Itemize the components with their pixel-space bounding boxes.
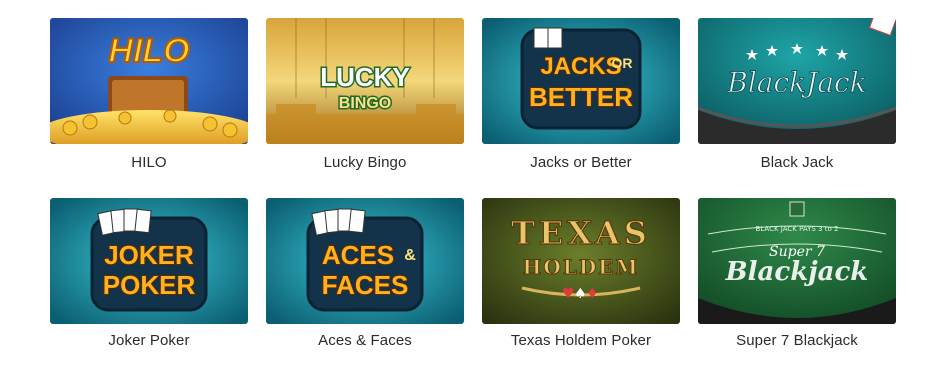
svg-text:♦: ♦ <box>586 286 599 302</box>
game-title[interactable]: Jacks or Better <box>482 144 680 188</box>
game-title[interactable]: Super 7 Blackjack <box>698 324 896 368</box>
texas-logo-text: TEXAS <box>511 214 651 252</box>
game-title[interactable]: Lucky Bingo <box>266 144 464 188</box>
game-thumbnail-joker-poker[interactable]: JOKER POKER <box>50 198 248 324</box>
game-title[interactable]: Texas Holdem Poker <box>482 324 680 368</box>
game-title[interactable]: Aces & Faces <box>266 324 464 368</box>
game-title[interactable]: Joker Poker <box>50 324 248 368</box>
lucky-logo-text: LUCKY <box>320 62 410 92</box>
game-card-lucky-bingo[interactable]: LUCKY BINGO Lucky Bingo <box>266 18 464 188</box>
game-card-joker-poker[interactable]: JOKER POKER Joker Poker <box>50 198 248 368</box>
game-title[interactable]: Black Jack <box>698 144 896 188</box>
svg-text:♠: ♠ <box>574 286 587 302</box>
game-card-black-jack[interactable]: BlackJack Black Jack <box>698 18 896 188</box>
game-thumbnail-super-7-blackjack[interactable]: BLACK JACK PAYS 3 to 2 Super 7 Blackjack <box>698 198 896 324</box>
game-thumbnail-jacks-or-better[interactable]: JACKS OR BETTER <box>482 18 680 144</box>
holdem-logo-text: HOLDEM <box>522 255 639 279</box>
faces-logo-text: FACES <box>322 270 409 300</box>
game-grid: HILO HILO LUCKY BINGO Lucky Bingo JACKS … <box>50 18 896 368</box>
ampersand-logo-text: & <box>404 247 416 264</box>
game-thumbnail-lucky-bingo[interactable]: LUCKY BINGO <box>266 18 464 144</box>
game-card-aces-and-faces[interactable]: ACES & FACES Aces & Faces <box>266 198 464 368</box>
svg-text:♥: ♥ <box>562 286 575 302</box>
or-logo-text: OR <box>612 55 633 71</box>
jacks-logo-text: JACKS <box>540 53 621 80</box>
game-thumbnail-aces-and-faces[interactable]: ACES & FACES <box>266 198 464 324</box>
game-thumbnail-hilo[interactable]: HILO <box>50 18 248 144</box>
game-title[interactable]: HILO <box>50 144 248 188</box>
joker-logo-text: JOKER <box>104 240 194 270</box>
game-thumbnail-black-jack[interactable]: BlackJack <box>698 18 896 144</box>
payout-text: BLACK JACK PAYS 3 to 2 <box>756 225 839 233</box>
bingo-logo-text: BINGO <box>339 95 391 112</box>
game-thumbnail-texas-holdem[interactable]: TEXAS HOLDEM ♥ ♠ ♦ <box>482 198 680 324</box>
game-card-super-7-blackjack[interactable]: BLACK JACK PAYS 3 to 2 Super 7 Blackjack… <box>698 198 896 368</box>
blackjack-logo-text: Blackjack <box>725 257 869 287</box>
blackjack-logo-text: BlackJack <box>726 66 866 99</box>
aces-logo-text: ACES <box>322 240 394 270</box>
game-card-hilo[interactable]: HILO HILO <box>50 18 248 188</box>
hilo-logo-text: HILO <box>108 32 189 70</box>
game-card-texas-holdem-poker[interactable]: TEXAS HOLDEM ♥ ♠ ♦ Texas Holdem Poker <box>482 198 680 368</box>
game-card-jacks-or-better[interactable]: JACKS OR BETTER Jacks or Better <box>482 18 680 188</box>
poker-logo-text: POKER <box>103 270 196 300</box>
better-logo-text: BETTER <box>529 82 633 112</box>
